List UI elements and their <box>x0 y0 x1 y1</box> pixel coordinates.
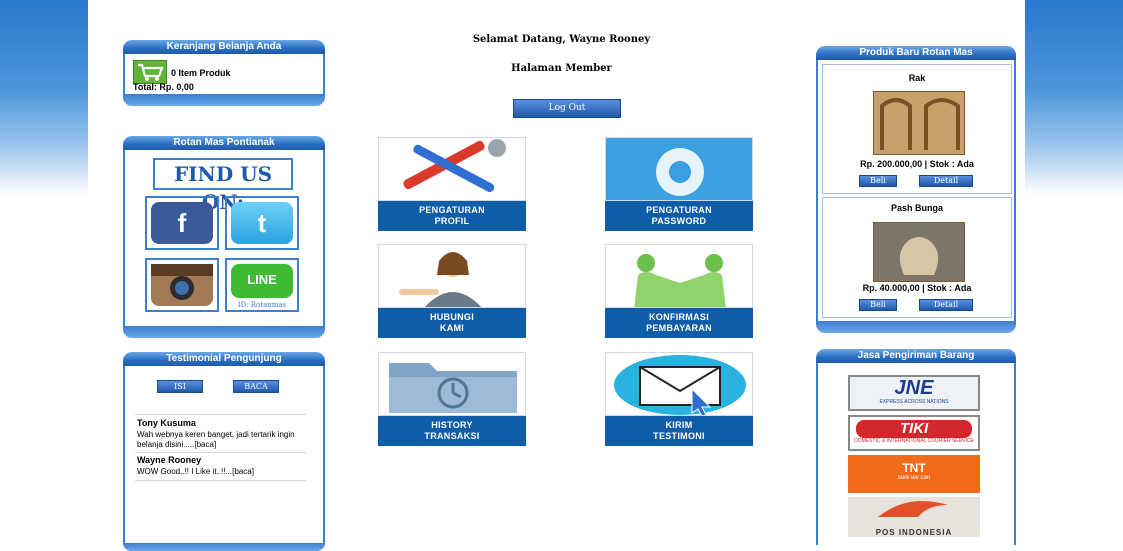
menu-pengaturan-password[interactable]: Pengaturan Password <box>605 137 753 231</box>
product-price: Rp. 200.000,00 | Stok : Ada <box>860 159 974 169</box>
social-box-title: Rotan Mas Pontianak <box>123 136 325 150</box>
products-box-title: Produk Baru Rotan Mas <box>816 46 1016 60</box>
menu-caption: Konfirmasi Pembayaran <box>605 308 753 338</box>
detail-button[interactable]: Detail <box>919 175 973 187</box>
product-name[interactable]: Pash Bunga <box>823 203 1011 213</box>
logout-button[interactable]: Log Out <box>513 99 621 118</box>
menu-kirim-testimoni[interactable]: Kirim Testimoni <box>605 352 753 446</box>
menu-caption-line2: Kami <box>439 323 465 333</box>
menu-caption-line1: Kirim <box>665 420 693 430</box>
tools-icon <box>378 137 526 201</box>
pos-bird-icon <box>878 501 948 517</box>
social-box-body: FIND US ON: f t LINE ID: Rotanmas <box>123 150 325 326</box>
menu-caption: Pengaturan Profil <box>378 201 526 231</box>
cart-box-body: 0 Item Produk Total: Rp. 0,00 <box>123 54 325 94</box>
menu-caption-line2: Testimoni <box>653 431 705 441</box>
jne-logo[interactable]: JNE EXPRESS ACROSS NATIONS <box>848 375 980 411</box>
twitter-glyph: t <box>257 208 267 238</box>
jne-tagline: EXPRESS ACROSS NATIONS <box>879 399 949 405</box>
line-id-text: ID: Rotanmas <box>237 301 287 309</box>
testimonial-box: Testimonial Pengunjung ISI BACA Tony Kus… <box>123 352 325 551</box>
cart-total: Total: Rp. 0,00 <box>133 82 194 92</box>
menu-caption: Hubungi Kami <box>378 308 526 338</box>
menu-caption: Pengaturan Password <box>605 201 753 231</box>
tnt-logo-text: TNT <box>902 461 926 475</box>
pos-logo-text: POS INDONESIA <box>875 528 953 537</box>
tnt-logo[interactable]: TNT sure we can <box>848 455 980 493</box>
testimonial-baca-button[interactable]: BACA <box>233 380 279 393</box>
product-card: Rak Rp. 200.000,00 | Stok : Ada Beli Det… <box>822 64 1012 194</box>
testimonial-box-footer <box>123 543 325 551</box>
products-box-body: Rak Rp. 200.000,00 | Stok : Ada Beli Det… <box>816 60 1016 321</box>
testimonial-divider <box>135 452 307 453</box>
tiki-logo[interactable]: TIKI DOMESTIC & INTERNATIONAL COURIER SE… <box>848 415 980 451</box>
folder-clock-icon <box>378 352 526 416</box>
menu-caption-line1: Pengaturan <box>419 205 485 215</box>
facebook-link[interactable]: f <box>145 196 219 250</box>
menu-caption-line2: Pembayaran <box>646 323 712 333</box>
products-box-footer <box>816 321 1016 333</box>
testimonial-box-body: ISI BACA Tony Kusuma Wah webnya keren ba… <box>123 366 325 543</box>
shipping-box: Jasa Pengiriman Barang JNE EXPRESS ACROS… <box>816 349 1016 545</box>
menu-caption-line1: Konfirmasi <box>649 312 709 322</box>
product-image[interactable] <box>873 222 965 282</box>
tnt-tagline: sure we can <box>897 475 931 481</box>
menu-konfirmasi-pembayaran[interactable]: Konfirmasi Pembayaran <box>605 244 753 338</box>
pos-logo[interactable]: POS INDONESIA <box>848 497 980 537</box>
twitter-link[interactable]: t <box>225 196 299 250</box>
testimonial-message[interactable]: Wah webnya keren banget, jadi tertarik i… <box>137 430 305 450</box>
mail-icon <box>605 352 753 416</box>
instagram-icon <box>151 264 213 306</box>
testimonial-divider <box>135 414 307 415</box>
instagram-link[interactable] <box>145 258 219 312</box>
shipping-box-title: Jasa Pengiriman Barang <box>816 349 1016 363</box>
menu-pengaturan-profil[interactable]: Pengaturan Profil <box>378 137 526 231</box>
menu-caption: Kirim Testimoni <box>605 416 753 446</box>
menu-caption-line2: Password <box>651 216 707 226</box>
product-name[interactable]: Rak <box>823 73 1011 83</box>
menu-caption-line2: Transaksi <box>424 431 480 441</box>
testimonial-box-title: Testimonial Pengunjung <box>123 352 325 366</box>
menu-caption-line1: Hubungi <box>429 312 475 322</box>
testimonial-isi-button[interactable]: ISI <box>157 380 203 393</box>
right-background-band <box>1025 0 1123 195</box>
social-box-footer <box>123 326 325 338</box>
menu-caption-line1: History <box>431 420 473 430</box>
product-card: Pash Bunga Rp. 40.000,00 | Stok : Ada Be… <box>822 197 1012 318</box>
detail-button[interactable]: Detail <box>919 299 973 311</box>
handshake-icon <box>605 244 753 308</box>
menu-hubungi-kami[interactable]: Hubungi Kami <box>378 244 526 338</box>
facebook-glyph: f <box>177 208 187 238</box>
find-us-heading: FIND US ON: <box>153 158 293 214</box>
menu-history-transaksi[interactable]: History Transaksi <box>378 352 526 446</box>
menu-caption-line1: Pengaturan <box>646 205 712 215</box>
line-glyph: LINE <box>247 272 277 287</box>
line-link[interactable]: LINE ID: Rotanmas <box>225 258 299 312</box>
testimonial-name: Tony Kusuma <box>137 418 196 428</box>
product-image[interactable] <box>873 91 965 155</box>
welcome-text: Selamat Datang, Wayne Rooney <box>472 34 651 45</box>
tiki-logo-text: TIKI <box>856 420 972 438</box>
buy-button[interactable]: Beli <box>859 175 897 187</box>
tiki-tagline: DOMESTIC & INTERNATIONAL COURIER SERVICE <box>854 438 974 444</box>
cart-box-footer <box>123 94 325 106</box>
buy-button[interactable]: Beli <box>859 299 897 311</box>
menu-caption: History Transaksi <box>378 416 526 446</box>
jne-logo-text: JNE <box>894 377 934 399</box>
support-agent-icon <box>378 244 526 308</box>
shipping-box-body: JNE EXPRESS ACROSS NATIONS TIKI DOMESTIC… <box>816 363 1016 545</box>
left-background-band <box>0 0 88 195</box>
testimonial-message[interactable]: WOW Good..!! I Like it..!!...[baca] <box>137 467 305 477</box>
menu-caption-line2: Profil <box>434 216 470 226</box>
gear-icon <box>605 137 753 201</box>
products-box: Produk Baru Rotan Mas Rak Rp. 200.000,00… <box>816 46 1016 333</box>
testimonial-divider <box>135 480 307 481</box>
product-price: Rp. 40.000,00 | Stok : Ada <box>862 283 972 293</box>
social-box: Rotan Mas Pontianak FIND US ON: f t LINE… <box>123 136 325 338</box>
testimonial-name: Wayne Rooney <box>137 455 202 465</box>
